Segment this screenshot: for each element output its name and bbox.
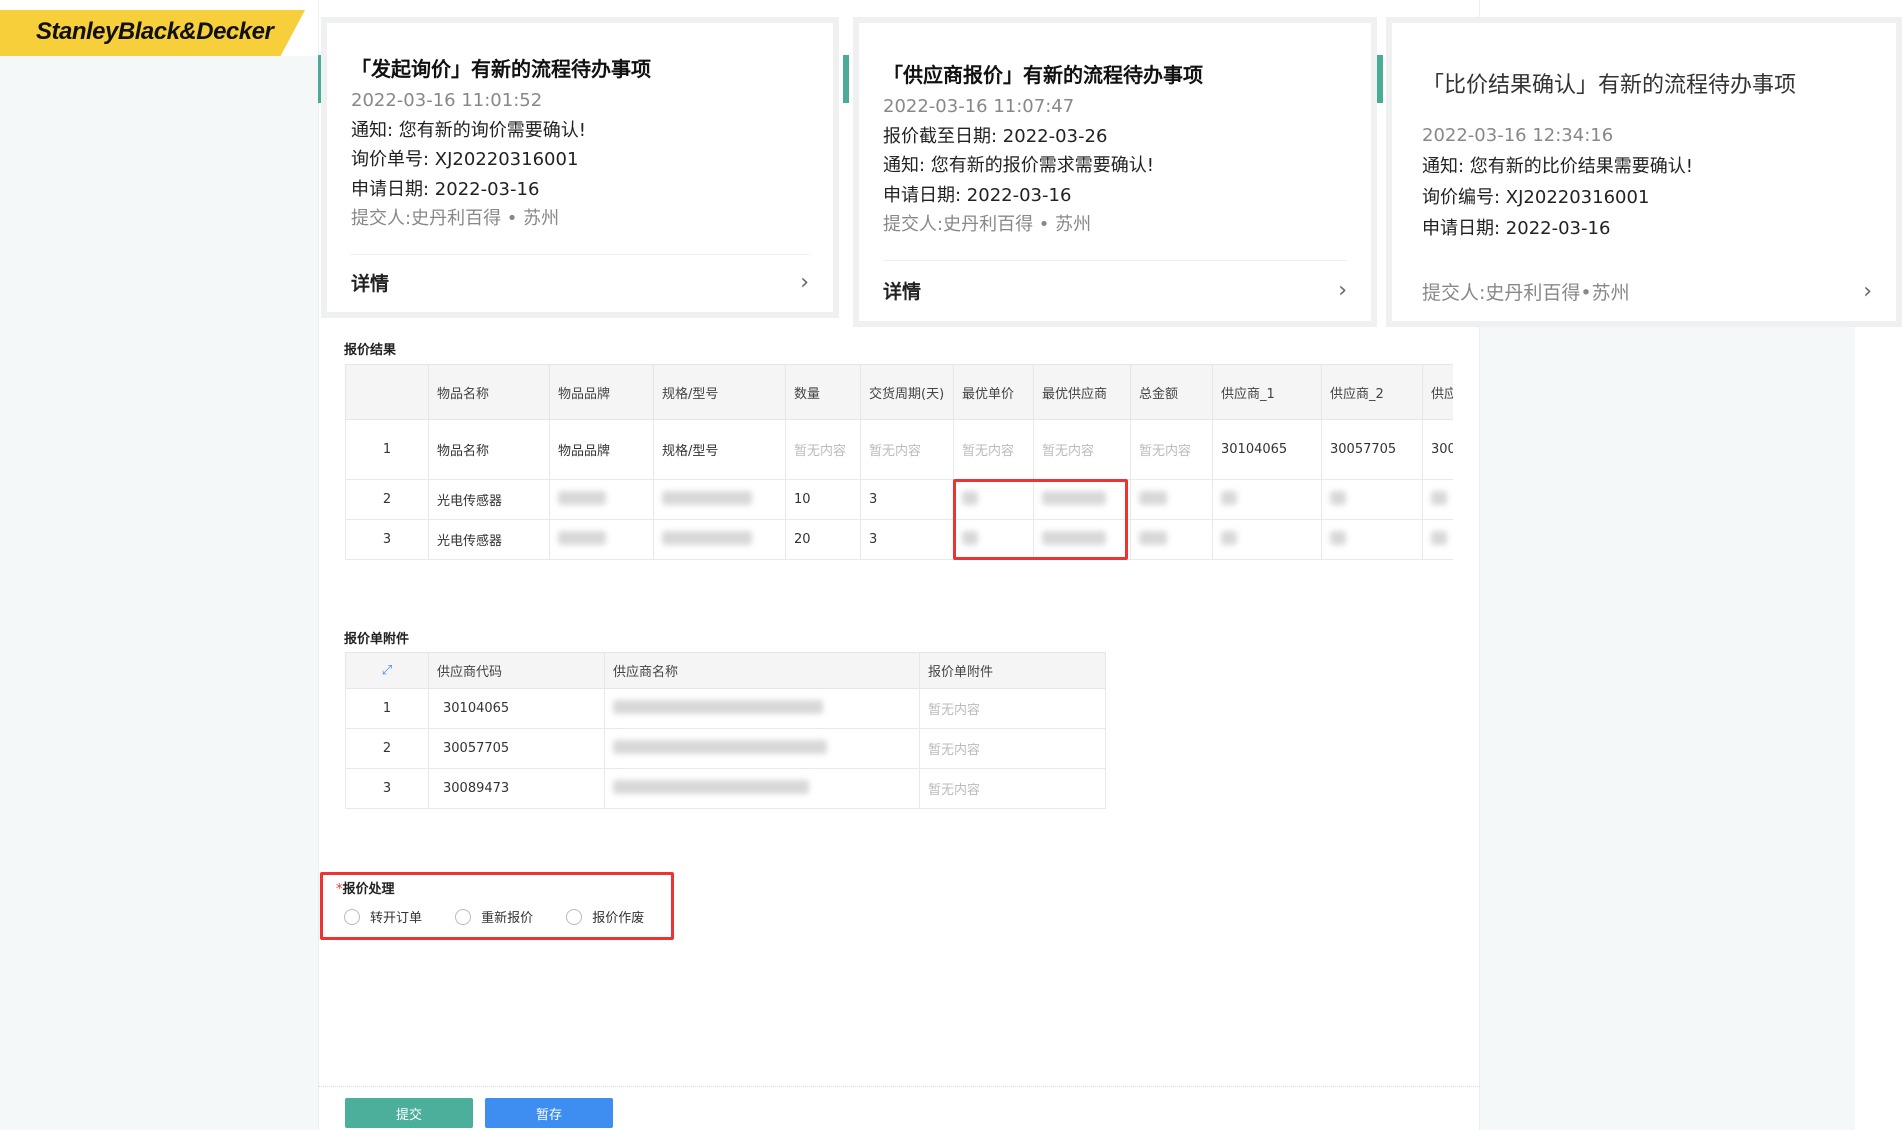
- right-background: [1480, 320, 1855, 1130]
- card-line: 通知: 您有新的报价需求需要确认!: [883, 155, 1155, 176]
- redacted-value: [558, 490, 606, 505]
- quote-result-table: 物品名称 物品品牌 规格/型号 数量 交货周期(天) 最优单价 最优供应商 总金…: [345, 364, 1453, 560]
- radio-circle-icon: [566, 908, 583, 925]
- radio-circle-icon: [455, 908, 472, 925]
- table-row: 2 30057705 暂无内容: [345, 728, 1106, 769]
- redacted-value: [613, 779, 809, 794]
- redacted-value: [1431, 490, 1447, 505]
- expand-icon[interactable]: ⤢: [345, 652, 429, 689]
- column-header: 供应商名称: [604, 652, 920, 689]
- card-line: 询价编号: XJ20220316001: [1422, 186, 1650, 208]
- column-header: 供应商_2: [1321, 364, 1423, 420]
- left-background: [0, 56, 318, 1130]
- section-title-quote-result: 报价结果: [344, 343, 397, 358]
- radio-requote[interactable]: 重新报价: [455, 907, 533, 926]
- handling-radio-group: 转开订单 重新报价 报价作废: [344, 907, 672, 929]
- redacted-value: [1139, 490, 1167, 505]
- column-header: 报价单附件: [919, 652, 1106, 689]
- table-header: ⤢ 供应商代码 供应商名称 报价单附件: [345, 652, 1106, 689]
- detail-link[interactable]: 详情 ›: [883, 277, 1347, 304]
- notification-card-supplier-quote[interactable]: 「供应商报价」有新的流程待办事项 2022-03-16 11:07:47 报价截…: [853, 17, 1377, 327]
- detail-link[interactable]: 提交人:史丹利百得•苏州 ›: [1422, 278, 1872, 305]
- redacted-value: [1221, 530, 1237, 545]
- save-draft-button[interactable]: 暂存: [485, 1098, 613, 1128]
- notification-card-price-comparison[interactable]: 「比价结果确认」有新的流程待办事项 2022-03-16 12:34:16 通知…: [1386, 17, 1902, 327]
- card-line: 通知: 您有新的比价结果需要确认!: [1422, 155, 1694, 177]
- highlight-box-best-price: [953, 479, 1128, 560]
- footer-divider: [318, 1086, 1480, 1087]
- redacted-value: [662, 490, 752, 505]
- detail-link[interactable]: 详情 ›: [351, 269, 809, 296]
- attachments-table: ⤢ 供应商代码 供应商名称 报价单附件 1 30104065 暂无内容 2 30…: [345, 652, 1106, 809]
- card-line: 申请日期: 2022-03-16: [1422, 217, 1611, 239]
- card-title: 「发起询价」有新的流程待办事项: [351, 57, 651, 81]
- chevron-right-icon: ›: [800, 269, 809, 295]
- card-title: 「比价结果确认」有新的流程待办事项: [1422, 73, 1797, 98]
- divider: [883, 259, 1347, 261]
- table-row: 2 光电传感器 10 3: [345, 479, 1453, 520]
- redacted-value: [558, 530, 606, 545]
- column-header: 最优供应商: [1033, 364, 1131, 420]
- card-submitter: 提交人:史丹利百得 • 苏州: [351, 208, 560, 229]
- brand-logo: StanleyBlack&Decker: [0, 10, 305, 56]
- table-row: 3 光电传感器 20 3: [345, 519, 1453, 560]
- submit-button[interactable]: 提交: [345, 1098, 473, 1128]
- card-submitter: 提交人:史丹利百得 • 苏州: [883, 214, 1092, 235]
- card-time: 2022-03-16 11:07:47: [883, 96, 1075, 117]
- table-header: 物品名称 物品品牌 规格/型号 数量 交货周期(天) 最优单价 最优供应商 总金…: [345, 364, 1453, 420]
- column-header: 供应商代码: [428, 652, 605, 689]
- chevron-right-icon: ›: [1338, 277, 1347, 303]
- redacted-value: [1139, 530, 1167, 545]
- quote-result-table-wrapper[interactable]: 物品名称 物品品牌 规格/型号 数量 交货周期(天) 最优单价 最优供应商 总金…: [345, 364, 1453, 564]
- column-header: 规格/型号: [653, 364, 786, 420]
- radio-convert-order[interactable]: 转开订单: [344, 907, 422, 926]
- redacted-value: [613, 739, 827, 754]
- card-line: 通知: 您有新的询价需要确认!: [351, 119, 587, 141]
- redacted-value: [1330, 490, 1346, 505]
- card-title: 「供应商报价」有新的流程待办事项: [883, 63, 1203, 87]
- column-header: 总金额: [1130, 364, 1213, 420]
- radio-void-quote[interactable]: 报价作废: [566, 907, 644, 926]
- card-line: 申请日期: 2022-03-16: [351, 178, 540, 200]
- notification-card-inquiry[interactable]: 「发起询价」有新的流程待办事项 2022-03-16 11:01:52 通知: …: [321, 17, 839, 318]
- divider: [351, 253, 809, 255]
- card-time: 2022-03-16 11:01:52: [351, 90, 543, 111]
- redacted-value: [1431, 530, 1447, 545]
- column-header: 物品名称: [428, 364, 550, 420]
- card-line: 询价单号: XJ20220316001: [351, 149, 579, 170]
- column-header: 供应: [1422, 364, 1453, 420]
- redacted-value: [1221, 490, 1237, 505]
- chevron-right-icon: ›: [1863, 278, 1872, 304]
- accent-bar: [1377, 55, 1383, 103]
- column-header: 物品品牌: [549, 364, 654, 420]
- section-title-attachments: 报价单附件: [344, 632, 410, 647]
- column-header: 数量: [785, 364, 861, 420]
- table-row: 1 30104065 暂无内容: [345, 688, 1106, 729]
- redacted-value: [613, 699, 823, 714]
- accent-bar: [843, 55, 849, 103]
- column-header: 交货周期(天): [860, 364, 954, 420]
- redacted-value: [1330, 530, 1346, 545]
- redacted-value: [662, 530, 752, 545]
- card-time: 2022-03-16 12:34:16: [1422, 125, 1614, 146]
- table-row: 3 30089473 暂无内容: [345, 768, 1106, 809]
- column-header: 供应商_1: [1212, 364, 1322, 420]
- radio-circle-icon: [344, 908, 360, 925]
- column-header: 最优单价: [953, 364, 1034, 420]
- handling-label: *报价处理: [336, 882, 395, 897]
- card-line: 报价截至日期: 2022-03-26: [883, 125, 1108, 147]
- table-row: 1 物品名称 物品品牌 规格/型号 暂无内容 暂无内容 暂无内容 暂无内容 暂无…: [345, 419, 1453, 480]
- card-line: 申请日期: 2022-03-16: [883, 184, 1072, 206]
